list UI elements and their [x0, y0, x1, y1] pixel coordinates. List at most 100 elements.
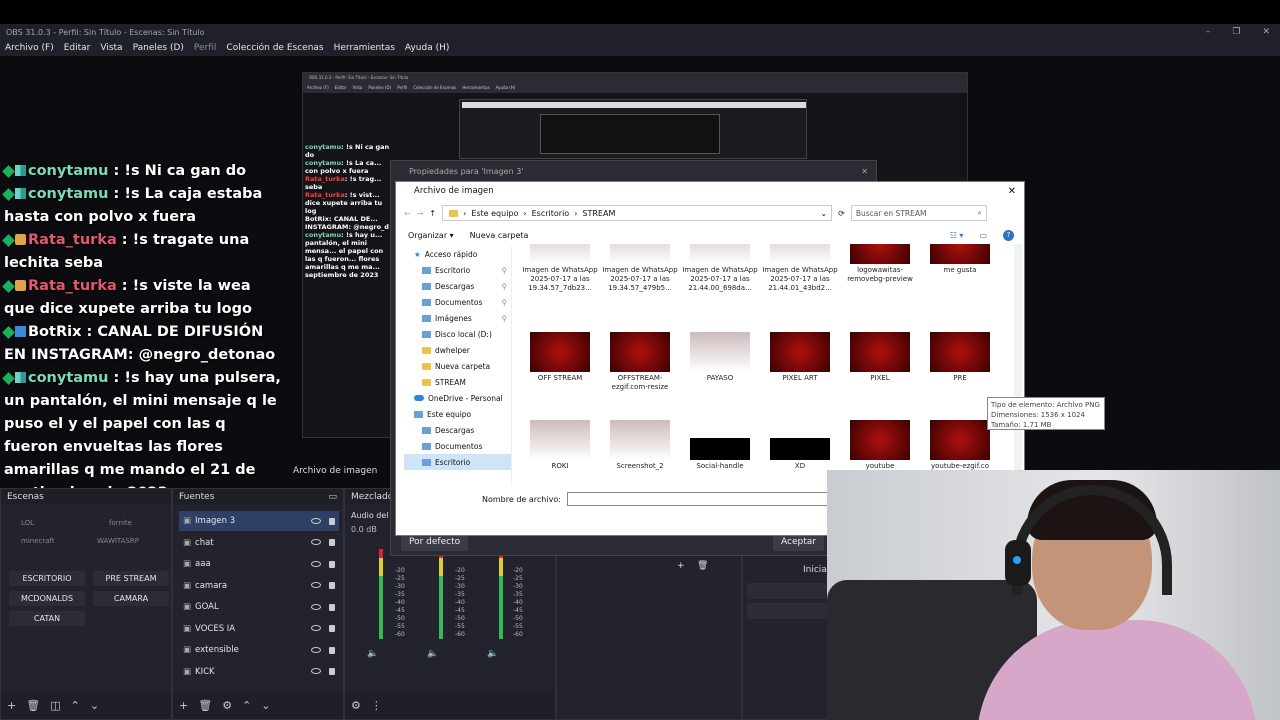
nav-item[interactable]: Documentos	[404, 438, 511, 454]
nav-item[interactable]: ★ Acceso rápido	[404, 246, 511, 262]
lock-icon[interactable]	[329, 603, 335, 611]
menu-editar[interactable]: Editar	[64, 43, 91, 53]
file-item[interactable]: logowawitas-removebg-preview	[840, 244, 920, 284]
down-icon[interactable]: ⌄	[90, 699, 99, 712]
control-button[interactable]	[747, 603, 837, 619]
eye-icon[interactable]	[311, 560, 321, 567]
eye-icon[interactable]	[311, 539, 321, 545]
speaker-icon[interactable]: 🔈	[427, 649, 438, 659]
file-item[interactable]: OFF STREAM	[520, 332, 600, 383]
help-icon[interactable]: ?	[1003, 229, 1014, 241]
breadcrumb[interactable]: › Este equipo › Escritorio › STREAM ⌄	[442, 205, 833, 221]
menu-coleccion[interactable]: Colección de Escenas	[226, 43, 323, 53]
crumb-stream[interactable]: STREAM	[582, 209, 615, 218]
minimize-icon[interactable]: –	[1206, 27, 1211, 37]
add-icon[interactable]: +	[179, 699, 188, 712]
file-item[interactable]: Imagen de WhatsApp 2025-07-17 a las 21.4…	[760, 244, 840, 293]
file-item[interactable]: OFFSTREAM-ezgif.com-resize	[600, 332, 680, 392]
organize-button[interactable]: Organizar ▾	[408, 231, 454, 240]
menu-herramientas[interactable]: Herramientas	[334, 43, 395, 53]
forward-icon[interactable]: →	[417, 209, 424, 218]
lock-icon[interactable]	[329, 646, 335, 654]
nav-item[interactable]: Descargas ⚲	[404, 278, 511, 294]
menu-ayuda[interactable]: Ayuda (H)	[405, 43, 449, 53]
menu-perfil[interactable]: Perfil	[194, 43, 217, 53]
lock-icon[interactable]	[329, 625, 335, 632]
source-item[interactable]: ▣ Imagen 3	[179, 511, 339, 531]
gear-icon[interactable]: ⚙	[351, 699, 361, 712]
eye-icon[interactable]	[311, 603, 321, 610]
scene-escritorio[interactable]: ESCRITORIO	[9, 571, 85, 586]
file-item[interactable]: Imagen de WhatsApp 2025-07-17 a las 19.3…	[520, 244, 600, 293]
close-icon[interactable]: ✕	[861, 167, 868, 176]
nav-item[interactable]: Documentos ⚲	[404, 294, 511, 310]
nav-item[interactable]: dwhelper	[404, 342, 511, 358]
trash-icon[interactable]: 🗑	[198, 699, 212, 712]
eye-icon[interactable]	[311, 582, 321, 588]
back-icon[interactable]: ←	[404, 209, 411, 218]
source-item[interactable]: ▣ KICK	[179, 662, 339, 682]
close-icon[interactable]: ✕	[1262, 27, 1270, 37]
scene-pre-stream[interactable]: PRE STREAM	[93, 571, 169, 586]
file-item[interactable]: PIXEL ART	[760, 332, 840, 383]
eye-icon[interactable]	[311, 646, 321, 653]
file-item[interactable]: Screenshot_2	[600, 420, 680, 471]
scene-faint-4[interactable]: WAWITASRP	[97, 537, 139, 545]
file-item[interactable]: PRE	[920, 332, 1000, 383]
speaker-icon[interactable]: 🔈	[487, 649, 498, 659]
gear-icon[interactable]: ⚙	[222, 699, 232, 712]
dock-float-icon[interactable]: ▭	[328, 492, 337, 502]
crumb-este-equipo[interactable]: Este equipo	[471, 209, 518, 218]
crumb-escritorio[interactable]: Escritorio	[532, 209, 570, 218]
nav-item[interactable]: OneDrive - Personal	[404, 390, 511, 406]
file-item[interactable]: PIXEL	[840, 332, 920, 383]
view-options-icon[interactable]: ☷ ▾	[950, 231, 964, 240]
close-icon[interactable]: ✕	[1008, 186, 1016, 197]
menu-paneles[interactable]: Paneles (D)	[133, 43, 184, 53]
file-item[interactable]: XD	[760, 420, 840, 471]
menu-dots-icon[interactable]: ⋮	[371, 699, 382, 712]
scene-camara[interactable]: CAMARA	[93, 591, 169, 606]
nav-item[interactable]: Escritorio ⚲	[404, 262, 511, 278]
maximize-icon[interactable]: ❐	[1232, 27, 1240, 37]
eye-icon[interactable]	[311, 668, 321, 674]
speaker-icon[interactable]: 🔈	[367, 649, 378, 659]
refresh-icon[interactable]: ⟳	[838, 209, 845, 218]
trash-icon[interactable]: 🗑	[26, 699, 40, 712]
eye-icon[interactable]	[311, 517, 321, 524]
menu-archivo[interactable]: Archivo (F)	[5, 43, 54, 53]
new-folder-button[interactable]: Nueva carpeta	[470, 231, 529, 240]
scene-mcdonalds[interactable]: MCDONALDS	[9, 591, 85, 606]
file-item[interactable]: youtube	[840, 420, 920, 471]
nav-item[interactable]: Este equipo	[404, 406, 511, 422]
plus-icon[interactable]: +	[677, 561, 685, 571]
source-item[interactable]: ▣ VOCES IA	[179, 619, 339, 639]
file-item[interactable]: me gusta	[920, 244, 1000, 275]
nav-item[interactable]: Nueva carpeta	[404, 358, 511, 374]
scene-catan[interactable]: CATAN	[9, 611, 85, 626]
file-item[interactable]: Imagen de WhatsApp 2025-07-17 a las 21.4…	[680, 244, 760, 293]
scrollbar[interactable]	[1014, 244, 1022, 484]
filter-icon[interactable]: ◫	[50, 699, 60, 712]
file-item[interactable]: ROKI	[520, 420, 600, 471]
lock-icon[interactable]	[329, 517, 335, 525]
file-item[interactable]: PAYASO	[680, 332, 760, 383]
up-folder-icon[interactable]: ↑	[429, 209, 436, 218]
lock-icon[interactable]	[329, 560, 335, 568]
source-item[interactable]: ▣ camara	[179, 576, 339, 596]
filename-input[interactable]	[566, 492, 839, 506]
lock-icon[interactable]	[329, 582, 335, 589]
search-input[interactable]: Buscar en STREAM ⌕	[850, 205, 987, 221]
scene-faint-3[interactable]: minecraft	[21, 537, 55, 545]
source-item[interactable]: ▣ GOAL	[179, 597, 339, 617]
lock-icon[interactable]	[329, 668, 335, 675]
nav-item[interactable]: STREAM	[404, 374, 511, 390]
scene-faint-2[interactable]: fornite	[109, 519, 132, 527]
scene-faint-1[interactable]: LOL	[21, 519, 34, 527]
source-item[interactable]: ▣ extensible	[179, 640, 339, 660]
file-item[interactable]: Imagen de WhatsApp 2025-07-17 a las 19.3…	[600, 244, 680, 293]
add-icon[interactable]: +	[7, 699, 16, 712]
source-item[interactable]: ▣ chat	[179, 533, 339, 553]
nav-item[interactable]: Escritorio	[404, 454, 511, 470]
trash-icon[interactable]: 🗑	[697, 561, 708, 571]
